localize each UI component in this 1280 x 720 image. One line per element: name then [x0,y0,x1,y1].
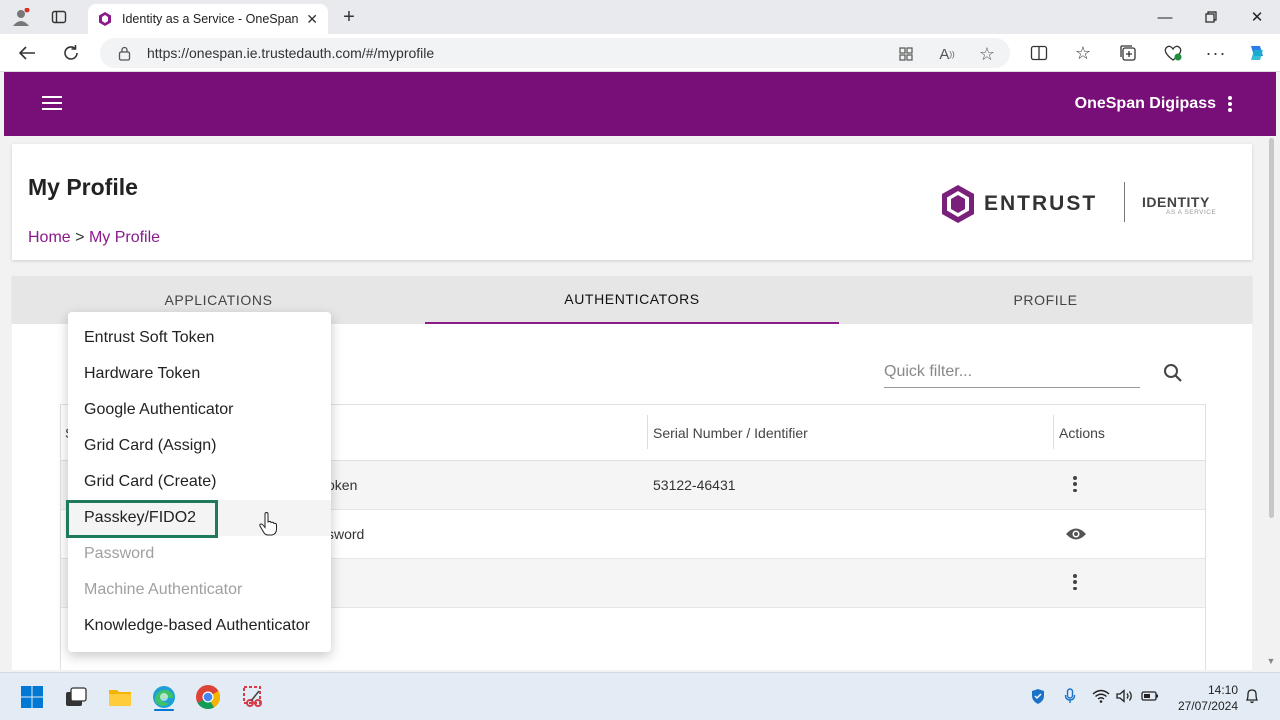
eye-icon[interactable] [1065,526,1087,542]
row-type: oken [327,477,358,493]
system-clock[interactable]: 14:10 27/07/2024 [1178,682,1238,714]
hand-cursor-icon [259,512,277,536]
app-name: OneSpan Digipass [1074,95,1216,112]
menu-item-grid-card-create[interactable]: Grid Card (Create) [68,464,331,500]
tab-title: Identity as a Service - OneSpan [122,12,299,26]
microphone-icon[interactable] [1061,687,1079,705]
app-header: OneSpan Digipass [4,72,1276,136]
refresh-icon[interactable] [58,41,84,65]
minimize-icon[interactable]: — [1150,5,1180,29]
settings-more-icon[interactable]: ··· [1203,41,1229,65]
menu-item-entrust-soft-token[interactable]: Entrust Soft Token [68,320,331,356]
more-icon[interactable] [1073,574,1077,590]
split-screen-icon[interactable] [1026,41,1052,65]
menu-item-grid-card-assign[interactable]: Grid Card (Assign) [68,428,331,464]
windows-taskbar: 14:10 27/07/2024 [0,672,1280,720]
file-explorer-icon[interactable] [106,683,134,711]
logo-divider [1124,182,1125,222]
chrome-icon[interactable] [194,683,222,711]
task-view-icon[interactable] [62,683,90,711]
wifi-icon[interactable] [1092,687,1110,705]
menu-item-password: Password [84,545,155,562]
copilot-icon[interactable] [1244,41,1270,65]
menu-hamburger-icon[interactable] [42,96,62,112]
logo-product: IDENTITY [1142,194,1210,210]
windows-start-icon[interactable] [18,683,46,711]
entrust-hex-icon [942,185,974,223]
new-tab-icon[interactable]: + [338,6,360,28]
column-separator [647,415,648,449]
column-separator [1053,415,1054,449]
header-more-icon[interactable] [1228,96,1232,112]
breadcrumb-current[interactable]: My Profile [89,229,160,246]
tab-authenticators[interactable]: AUTHENTICATORS [425,276,839,324]
snipping-tool-icon[interactable] [240,683,268,711]
logo-tagline: AS A SERVICE [1166,209,1217,216]
column-header-actions: Actions [1059,425,1105,441]
entrust-logo: ENTRUST IDENTITY AS A SERVICE [940,182,1230,226]
highlight-annotation-box [66,500,218,538]
url-field[interactable]: https://onespan.ie.trustedauth.com/#/myp… [100,38,1010,68]
row-type: sword [327,526,365,542]
notification-bell-icon[interactable] [1243,687,1261,705]
restore-icon[interactable] [1196,5,1226,29]
browser-essentials-icon[interactable] [1160,41,1186,65]
browser-tab[interactable]: Identity as a Service - OneSpan ✕ [88,4,328,34]
more-icon[interactable] [1073,476,1077,492]
breadcrumb-home-link[interactable]: Home [28,229,71,246]
site-favicon-icon [99,12,111,26]
row-serial: 53122-46431 [653,477,736,493]
read-aloud-icon[interactable]: A)) [937,44,957,64]
back-icon[interactable] [14,41,40,65]
profile-icon[interactable] [10,6,32,28]
close-window-icon[interactable]: ✕ [1242,5,1272,29]
page-scrollbar[interactable]: ▼ [1266,136,1276,670]
page-title: My Profile [28,174,138,200]
collections-icon[interactable] [1115,41,1141,65]
favorite-star-icon[interactable]: ☆ [977,44,997,64]
edge-browser-icon[interactable] [150,683,178,711]
app-available-icon[interactable] [896,44,916,64]
scrollbar-thumb[interactable] [1269,138,1274,518]
address-bar: https://onespan.ie.trustedauth.com/#/myp… [0,34,1280,72]
search-icon[interactable] [1162,362,1184,384]
scroll-down-icon[interactable]: ▼ [1266,656,1276,666]
browser-titlebar: Identity as a Service - OneSpan ✕ + — ✕ [0,0,1280,34]
add-authenticator-menu: Entrust Soft Token Hardware Token Google… [68,312,331,652]
menu-item-google-authenticator[interactable]: Google Authenticator [68,392,331,428]
menu-item-machine-authenticator: Machine Authenticator [84,581,243,598]
security-shield-icon[interactable] [1029,687,1047,705]
volume-icon[interactable] [1116,687,1134,705]
menu-item-knowledge-based-authenticator[interactable]: Knowledge-based Authenticator [68,608,331,644]
close-tab-icon[interactable]: ✕ [306,11,318,28]
clock-date: 27/07/2024 [1177,699,1238,713]
tab-profile[interactable]: PROFILE [839,276,1252,324]
battery-icon[interactable] [1141,687,1159,705]
column-header-serial[interactable]: Serial Number / Identifier [653,425,808,441]
breadcrumb-separator: > [75,229,85,246]
menu-item-hardware-token[interactable]: Hardware Token [68,356,331,392]
quick-filter-input[interactable]: Quick filter... [884,358,1140,388]
breadcrumb: Home > My Profile [28,229,160,247]
favorites-icon[interactable]: ☆ [1070,41,1096,65]
logo-brand: ENTRUST [984,192,1098,215]
clock-time: 14:10 [1207,683,1238,697]
tab-actions-icon[interactable] [48,6,70,28]
lock-icon[interactable] [118,46,131,61]
url-text: https://onespan.ie.trustedauth.com/#/myp… [147,45,435,61]
profile-header-card: My Profile Home > My Profile ENTRUST IDE… [12,144,1252,260]
